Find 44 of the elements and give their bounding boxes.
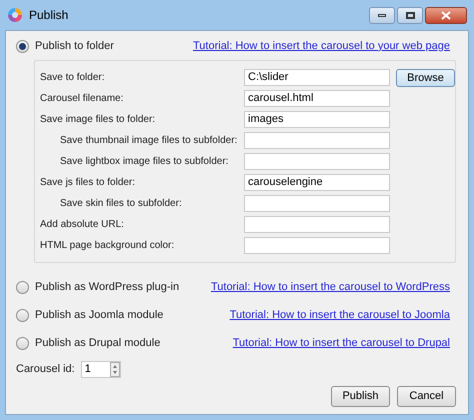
maximize-button[interactable] [397,6,423,24]
option-label: Publish as WordPress plug-in [35,280,180,295]
text-field[interactable]: carousel.html [244,90,390,107]
dialog-button[interactable]: Publish [331,386,390,407]
field-label: Carousel filename: [40,92,124,106]
text-field[interactable]: images [244,111,390,128]
radio-button[interactable] [16,336,29,350]
option-label: Publish as Joomla module [35,308,164,323]
field-label: Save to folder: [40,71,104,85]
minimize-button[interactable] [369,6,395,24]
app-logo-icon [7,7,23,23]
text-field[interactable] [244,153,390,170]
field-label: Add absolute URL: [40,218,124,232]
tutorial-link[interactable]: Tutorial: How to insert the carousel to Joomla [230,306,450,324]
browse-button[interactable]: Browse [396,68,455,86]
tutorial-link[interactable]: Tutorial: How to insert the carousel to Drupal [232,334,450,352]
field-label: Save thumbnail image files to subfolder: [60,134,238,148]
radio-button[interactable] [16,40,29,52]
text-field[interactable]: carouselengine [244,174,390,191]
text-field[interactable]: C:\slider [244,69,390,86]
text-field[interactable] [244,216,390,233]
radio-button[interactable] [16,280,29,294]
field-label: Save js files to folder: [40,176,136,190]
maximize-icon [406,12,414,18]
spin-arrows-icon[interactable] [110,362,120,377]
carousel-id-spinbox[interactable]: 1 [80,361,121,378]
field-label: Save image files to folder: [40,113,156,127]
option-label: Publish to folder [35,38,114,54]
carousel-id-label: Carousel id: [16,362,75,378]
text-field[interactable] [244,195,390,212]
field-label: HTML page background color: [40,239,174,253]
dialog-button[interactable]: Cancel [397,386,456,407]
tutorial-link[interactable]: Tutorial: How to insert the carousel to your web page [192,38,450,54]
radio-button[interactable] [16,308,29,322]
window-title: Publish [29,7,68,24]
close-button[interactable] [425,6,467,24]
minimize-icon [378,14,386,16]
field-label: Save lightbox image files to subfolder: [60,155,228,169]
close-icon [441,10,451,20]
text-field[interactable] [244,237,390,254]
option-label: Publish as Drupal module [35,336,160,351]
tutorial-link[interactable]: Tutorial: How to insert the carousel to WordPress [210,278,450,296]
field-label: Save skin files to subfolder: [60,197,182,211]
text-field[interactable] [244,132,390,149]
